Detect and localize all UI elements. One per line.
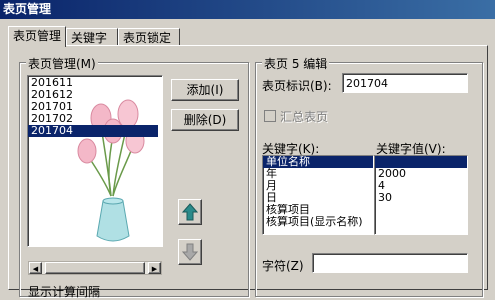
page-id-label: 表页标识(B): (262, 79, 332, 93)
scroll-thumb[interactable] (45, 262, 145, 274)
list-item[interactable]: 4 (375, 180, 467, 192)
char-input[interactable] (312, 253, 468, 273)
arrow-up-icon (181, 203, 199, 221)
horizontal-scrollbar[interactable]: ◀ ▶ (28, 261, 162, 275)
page-id-value: 201704 (346, 77, 388, 90)
list-item[interactable] (375, 204, 467, 216)
list-item[interactable]: 核算项目(显示名称) (263, 216, 373, 228)
scroll-left-icon[interactable]: ◀ (29, 262, 42, 274)
list-item[interactable]: 201702 (28, 113, 158, 125)
list-item[interactable]: 201612 (28, 89, 158, 101)
list-item-selected[interactable]: 单位名称 (263, 156, 373, 168)
list-item[interactable]: 201611 (28, 77, 158, 89)
tab-keywords[interactable]: 关键字 (66, 28, 118, 46)
list-item[interactable]: 日 (263, 192, 373, 204)
summary-checkbox[interactable] (264, 110, 276, 122)
tab-page-lock[interactable]: 表页锁定 (118, 28, 180, 46)
page-list-group-title: 表页管理(M) (26, 55, 98, 72)
page-listbox[interactable]: 201611 201612 201701 201702 201704 (27, 75, 163, 247)
move-up-button[interactable] (178, 199, 202, 225)
page-edit-group-title: 表页 5 编辑 (262, 55, 330, 72)
list-item[interactable] (375, 216, 467, 228)
keyword-listbox[interactable]: 单位名称 年 月 日 核算项目 核算项目(显示名称) (262, 155, 374, 235)
page-id-input[interactable]: 201704 (342, 73, 468, 93)
list-item[interactable]: 核算项目 (263, 204, 373, 216)
list-item-selected[interactable] (375, 156, 467, 168)
move-down-button[interactable] (178, 239, 202, 265)
list-item[interactable]: 201701 (28, 101, 158, 113)
list-item[interactable]: 年 (263, 168, 373, 180)
page-edit-group: 表页 5 编辑 表页标识(B): 201704 汇总表页 关键字(K): 关键字… (255, 55, 483, 297)
list-item-selected[interactable]: 201704 (28, 125, 158, 137)
tab-page-management[interactable]: 表页管理 (8, 26, 66, 47)
add-button[interactable]: 添加(I) (171, 79, 239, 101)
delete-button[interactable]: 删除(D) (171, 109, 239, 131)
list-item[interactable]: 2000 (375, 168, 467, 180)
page-list: 201611 201612 201701 201702 201704 (28, 77, 158, 137)
arrow-down-icon (181, 243, 199, 261)
page-list-group: 表页管理(M) 201611 201612 201701 201702 2017… (19, 55, 249, 299)
window-title: 表页管理 (0, 0, 495, 19)
list-item[interactable]: 30 (375, 192, 467, 204)
keyword-value-listbox[interactable]: 2000 4 30 (374, 155, 468, 235)
list-item[interactable]: 月 (263, 180, 373, 192)
tab-panel: 表页管理(M) 201611 201612 201701 201702 2017… (8, 45, 488, 299)
scroll-right-icon[interactable]: ▶ (148, 262, 161, 274)
summary-label: 汇总表页 (280, 110, 329, 124)
char-label: 字符(Z) (262, 259, 304, 273)
